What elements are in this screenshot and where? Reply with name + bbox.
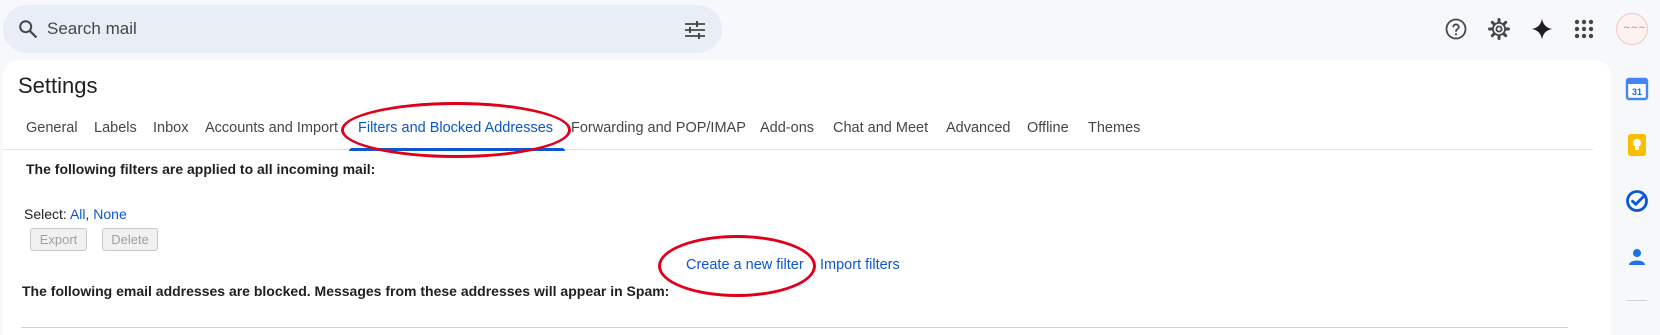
help-icon[interactable] <box>1444 17 1468 41</box>
apps-grid-icon[interactable] <box>1572 17 1596 41</box>
create-new-filter-link[interactable]: Create a new filter <box>686 257 804 273</box>
select-all-link[interactable]: All <box>70 206 86 222</box>
filters-heading: The following filters are applied to all… <box>26 161 376 177</box>
top-bar: ~~~ <box>0 0 1660 58</box>
tab-filters-and-blocked-addresses[interactable]: Filters and Blocked Addresses <box>358 120 553 136</box>
tab-offline[interactable]: Offline <box>1027 120 1069 136</box>
tab-inbox[interactable]: Inbox <box>153 120 188 136</box>
tasks-icon[interactable] <box>1625 189 1649 213</box>
select-none-link[interactable]: None <box>93 206 126 222</box>
tab-themes[interactable]: Themes <box>1088 120 1140 136</box>
side-panel-divider <box>1627 300 1647 301</box>
active-tab-indicator <box>349 148 565 151</box>
tab-accounts-and-import[interactable]: Accounts and Import <box>205 120 338 136</box>
tab-chat-and-meet[interactable]: Chat and Meet <box>833 120 928 136</box>
tab-labels[interactable]: Labels <box>94 120 137 136</box>
search-bar[interactable] <box>3 5 722 53</box>
select-row: Select: All, None <box>24 206 127 222</box>
export-button[interactable]: Export <box>30 228 87 251</box>
select-label: Select: <box>24 206 67 222</box>
select-separator: , <box>85 206 90 222</box>
tab-general[interactable]: General <box>26 120 78 136</box>
blocked-addresses-heading: The following email addresses are blocke… <box>22 283 670 299</box>
calendar-icon[interactable]: 31 <box>1625 77 1649 101</box>
keep-icon[interactable] <box>1625 133 1649 157</box>
account-avatar[interactable]: ~~~ <box>1616 13 1648 45</box>
import-filters-link[interactable]: Import filters <box>820 257 900 273</box>
settings-gear-icon[interactable] <box>1487 17 1511 41</box>
delete-button[interactable]: Delete <box>102 228 158 251</box>
contacts-icon[interactable] <box>1625 245 1649 269</box>
tab-forwarding-pop-imap[interactable]: Forwarding and POP/IMAP <box>571 120 746 136</box>
gemini-sparkle-icon[interactable] <box>1530 17 1554 41</box>
tab-add-ons[interactable]: Add-ons <box>760 120 814 136</box>
tab-advanced[interactable]: Advanced <box>946 120 1011 136</box>
section-divider <box>21 327 1568 328</box>
search-icon[interactable] <box>17 18 39 40</box>
svg-text:31: 31 <box>1632 87 1642 97</box>
page-title: Settings <box>18 73 98 98</box>
search-options-icon[interactable] <box>684 21 706 39</box>
settings-panel: Settings General Labels Inbox Accounts a… <box>3 60 1611 335</box>
search-input[interactable] <box>47 5 647 53</box>
settings-tabs: General Labels Inbox Accounts and Import… <box>3 110 1593 151</box>
